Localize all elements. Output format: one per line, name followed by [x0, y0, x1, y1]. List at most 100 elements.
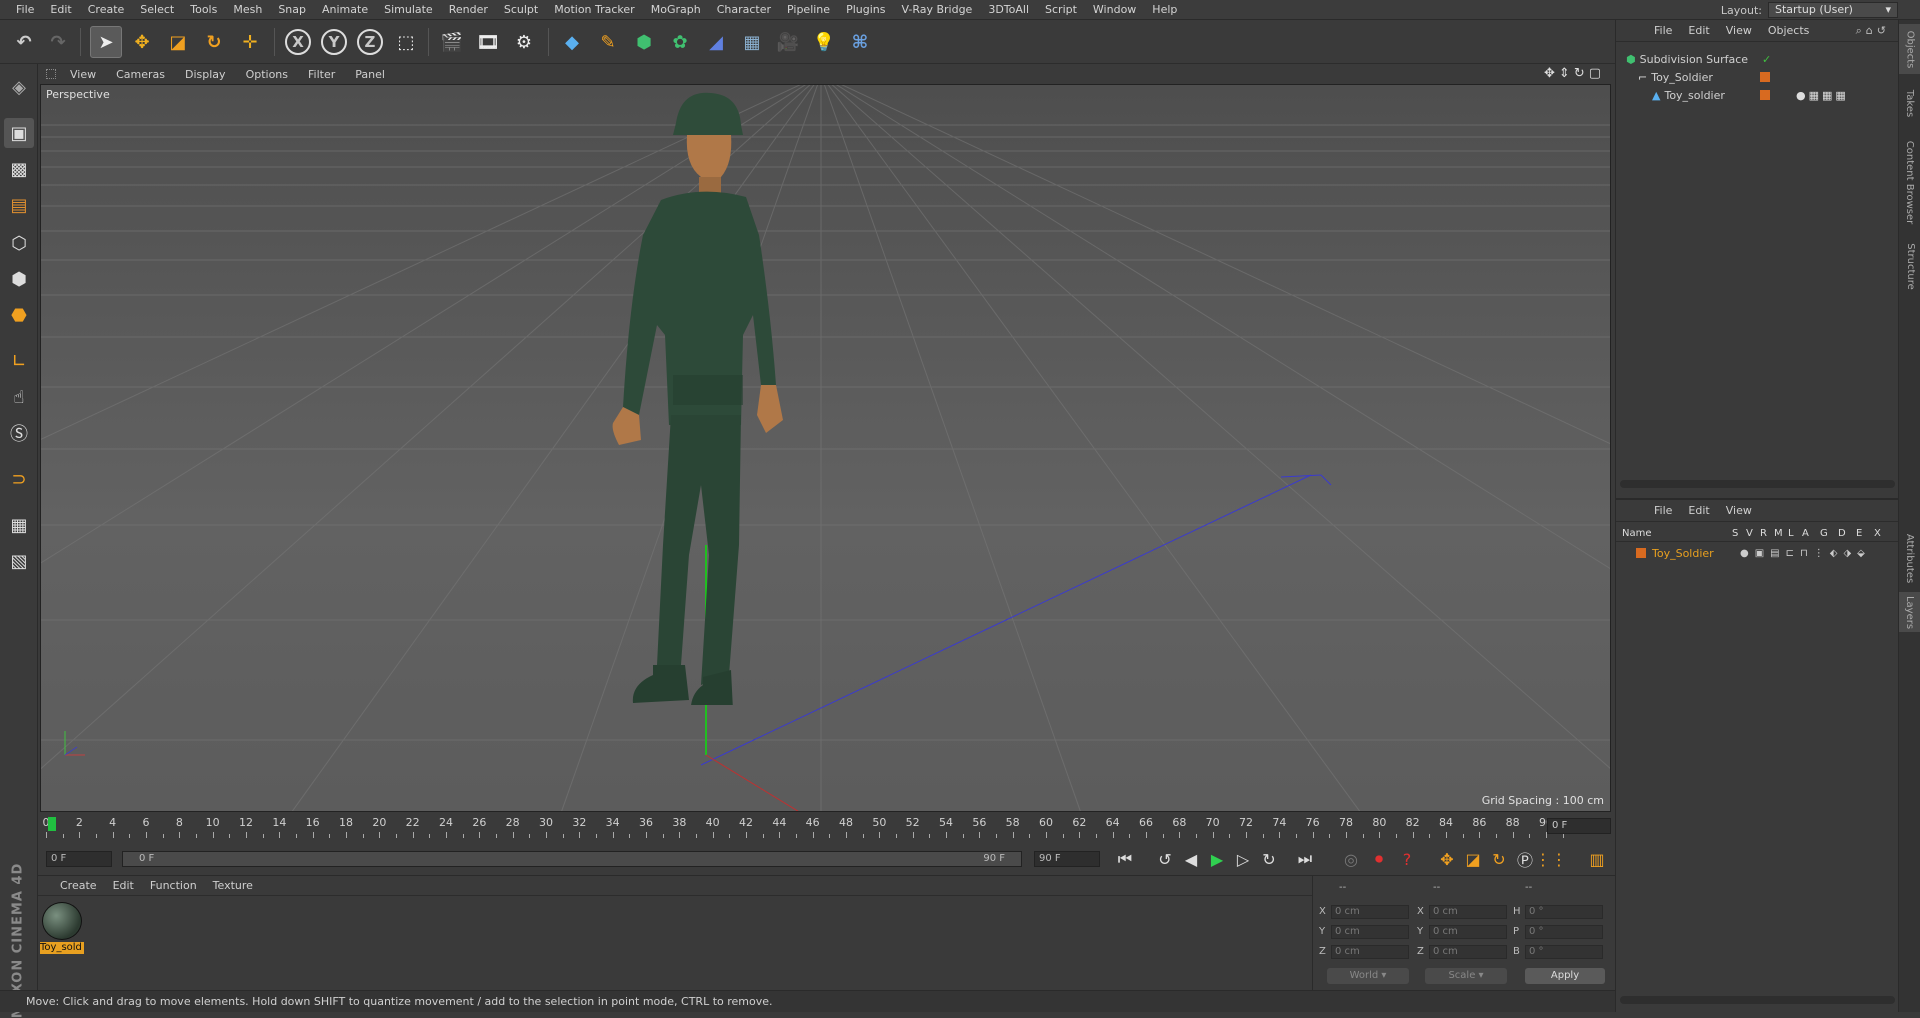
polygons-mode-icon[interactable]: ⬣ — [4, 300, 34, 330]
cube-primitive-icon[interactable]: ◆ — [556, 26, 588, 58]
tab-content-browser[interactable]: Content Browser — [1899, 132, 1920, 232]
texture-mode-icon[interactable]: ▩ — [4, 154, 34, 184]
material-swatch[interactable] — [42, 902, 82, 940]
tab-objects[interactable]: Objects — [1899, 24, 1920, 74]
layer-name[interactable]: Toy_Soldier — [1652, 547, 1732, 560]
menu-file[interactable]: File — [8, 0, 42, 20]
size-x-field[interactable]: 0 cm — [1429, 905, 1507, 919]
end-frame-field[interactable]: 90 F — [1034, 851, 1100, 867]
material-menu-function[interactable]: Function — [142, 879, 205, 892]
render-settings-icon[interactable]: ⚙ — [508, 26, 540, 58]
select-arrow-icon[interactable]: ➤ — [90, 26, 122, 58]
frame-range-slider[interactable]: 0 F 90 F — [122, 851, 1022, 867]
camera-icon[interactable]: 🎥 — [772, 26, 804, 58]
menu-pipeline[interactable]: Pipeline — [779, 0, 838, 20]
layout-dropdown[interactable]: Startup (User) ▾ — [1768, 2, 1898, 18]
layer-toggle-icons[interactable]: ●▣▤⊏⊓⋮⬖⬗⬙ — [1740, 548, 1871, 559]
start-frame-field[interactable]: 0 F — [46, 851, 112, 867]
next-frame-icon[interactable]: ▷ — [1230, 847, 1256, 871]
object-row-toy-soldier-mesh[interactable]: ▲ Toy_soldier ●▦▦▦ — [1616, 86, 1899, 104]
obj-menu-view[interactable]: View — [1718, 24, 1760, 37]
floor-icon[interactable]: ▦ — [736, 26, 768, 58]
material-menu-texture[interactable]: Texture — [205, 879, 261, 892]
deformer-icon[interactable]: ◢ — [700, 26, 732, 58]
timeline-window-icon[interactable]: ▥ — [1584, 847, 1610, 871]
menu-script[interactable]: Script — [1037, 0, 1085, 20]
record-active-keys-icon[interactable]: ⏺ — [1366, 847, 1392, 871]
viewport-menu-cameras[interactable]: Cameras — [106, 68, 175, 81]
menu-edit[interactable]: Edit — [42, 0, 79, 20]
render-picture-viewer-icon[interactable]: 🎞 — [472, 26, 504, 58]
undo-icon[interactable]: ↶ — [8, 26, 40, 58]
layer-color-swatch[interactable] — [1760, 72, 1770, 82]
menu-sculpt[interactable]: Sculpt — [496, 0, 546, 20]
key-scale-icon[interactable]: ◪ — [1460, 847, 1486, 871]
material-name[interactable]: Toy_sold — [40, 942, 84, 954]
coordinate-system-icon[interactable]: ⬚ — [390, 26, 422, 58]
pos-z-field[interactable]: 0 cm — [1331, 945, 1409, 959]
object-row-subdivision-surface[interactable]: ⬢ Subdivision Surface ✓ — [1616, 50, 1899, 68]
go-to-end-icon[interactable]: ⏭ — [1292, 847, 1318, 871]
solo-icon[interactable]: Ⓢ — [4, 418, 34, 448]
menu-3dtoall[interactable]: 3DToAll — [980, 0, 1037, 20]
material-tags-icon[interactable]: ●▦▦▦ — [1796, 89, 1849, 102]
tab-attributes[interactable]: Attributes — [1899, 528, 1920, 588]
menu-animate[interactable]: Animate — [314, 0, 376, 20]
current-frame-field[interactable]: 0 F — [1547, 818, 1611, 834]
layer-menu-edit[interactable]: Edit — [1680, 504, 1717, 517]
layer-row-toy-soldier[interactable]: Toy_Soldier ●▣▤⊏⊓⋮⬖⬗⬙ — [1616, 544, 1899, 562]
menu-simulate[interactable]: Simulate — [376, 0, 441, 20]
menu-vray-bridge[interactable]: V-Ray Bridge — [893, 0, 980, 20]
rotate-icon[interactable]: ↻ — [198, 26, 230, 58]
magnet-icon[interactable]: ⊃ — [4, 464, 34, 494]
search-icon[interactable]: ⌕⌂↺ — [1856, 24, 1890, 38]
key-pla-icon[interactable]: ⋮⋮ — [1535, 847, 1567, 871]
previous-key-icon[interactable]: ↺ — [1152, 847, 1178, 871]
next-key-icon[interactable]: ↻ — [1256, 847, 1282, 871]
make-editable-icon[interactable]: ◈ — [4, 72, 34, 102]
subdivision-surface-icon[interactable]: ⬢ — [628, 26, 660, 58]
pen-spline-icon[interactable]: ✎ — [592, 26, 624, 58]
pos-y-field[interactable]: 0 cm — [1331, 925, 1409, 939]
rot-h-field[interactable]: 0 ° — [1525, 905, 1603, 919]
menu-mograph[interactable]: MoGraph — [643, 0, 709, 20]
layer-menu-file[interactable]: File — [1646, 504, 1680, 517]
size-z-field[interactable]: 0 cm — [1429, 945, 1507, 959]
menu-snap[interactable]: Snap — [270, 0, 314, 20]
3d-viewport[interactable]: Perspective Grid Spacing : 100 cm — [40, 84, 1611, 812]
menu-create[interactable]: Create — [80, 0, 133, 20]
previous-frame-icon[interactable]: ◀ — [1178, 847, 1204, 871]
apply-button[interactable]: Apply — [1525, 968, 1605, 984]
layer-color-swatch[interactable] — [1760, 90, 1770, 100]
tab-takes[interactable]: Takes — [1899, 78, 1920, 128]
key-rotation-icon[interactable]: ↻ — [1486, 847, 1512, 871]
x-axis-lock-icon[interactable]: X — [282, 26, 314, 58]
size-y-field[interactable]: 0 cm — [1429, 925, 1507, 939]
rot-b-field[interactable]: 0 ° — [1525, 945, 1603, 959]
edges-mode-icon[interactable]: ⬢ — [4, 264, 34, 294]
object-row-toy-soldier-null[interactable]: ⌐ Toy_Soldier — [1616, 68, 1899, 86]
timeline-ticks[interactable]: 0 2 4 6 8 10 12 14 16 18 20 22 24 26 28 30 32 34 36 38 40 42 4… — [43, 816, 1564, 838]
obj-menu-objects[interactable]: Objects — [1760, 24, 1818, 37]
viewport-menu-panel[interactable]: Panel — [345, 68, 395, 81]
menu-window[interactable]: Window — [1085, 0, 1144, 20]
material-menu-create[interactable]: Create — [52, 879, 105, 892]
y-axis-lock-icon[interactable]: Y — [318, 26, 350, 58]
menu-character[interactable]: Character — [709, 0, 779, 20]
obj-menu-file[interactable]: File — [1646, 24, 1680, 37]
live-selection-icon[interactable]: ✛ — [234, 26, 266, 58]
view-navigation-icons[interactable]: ✥⇕↻▢ — [1544, 66, 1605, 81]
viewport-menu-options[interactable]: Options — [236, 68, 298, 81]
python-icon[interactable]: ⌘ — [844, 26, 876, 58]
light-icon[interactable]: 💡 — [808, 26, 840, 58]
playhead-marker[interactable] — [48, 817, 56, 831]
rot-p-field[interactable]: 0 ° — [1525, 925, 1603, 939]
cloner-icon[interactable]: ✿ — [664, 26, 696, 58]
snap-workplane-icon[interactable]: ▧ — [4, 546, 34, 576]
material-menu-edit[interactable]: Edit — [105, 879, 142, 892]
layer-menu-view[interactable]: View — [1718, 504, 1760, 517]
layer-color-swatch[interactable] — [1636, 548, 1646, 558]
toy-soldier-model[interactable] — [561, 85, 861, 705]
menu-render[interactable]: Render — [441, 0, 496, 20]
redo-icon[interactable]: ↷ — [42, 26, 74, 58]
